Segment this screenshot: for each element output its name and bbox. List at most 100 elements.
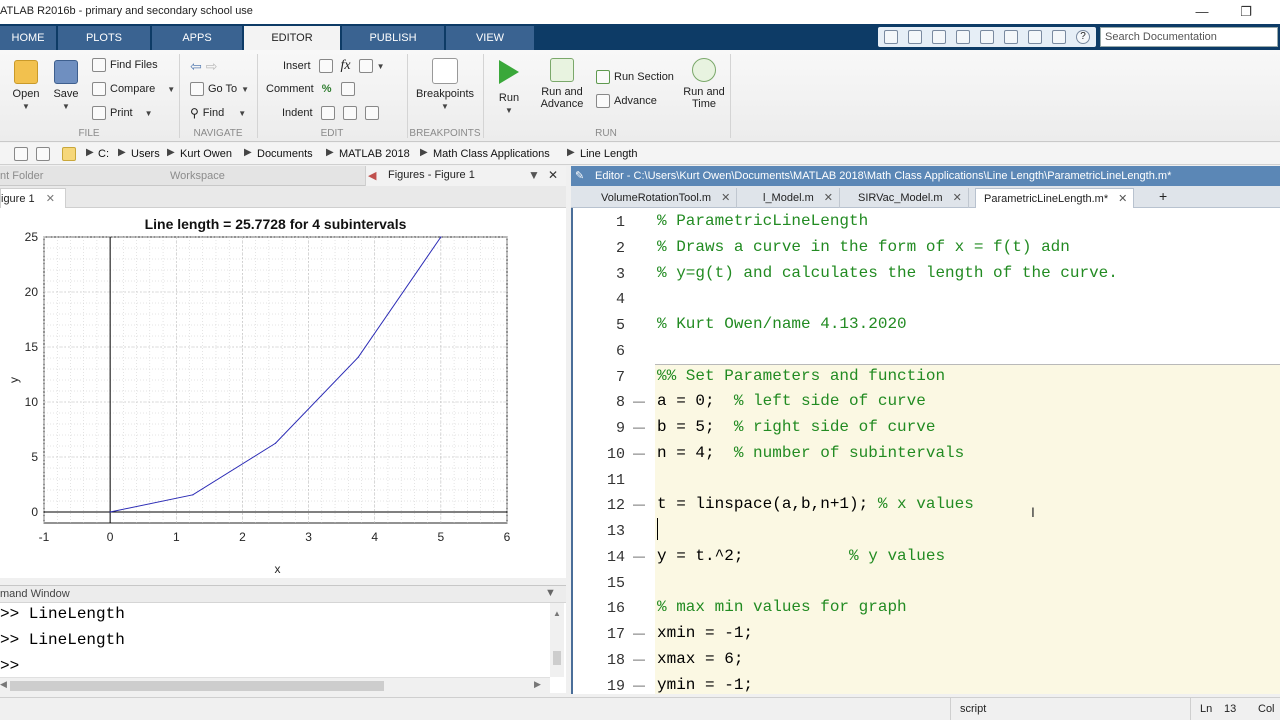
breakpoint-marker[interactable]: —	[633, 626, 645, 640]
run-and-advance-button[interactable]: Run and Advance	[536, 58, 588, 110]
increase-indent-icon[interactable]	[342, 106, 357, 120]
scroll-up-icon[interactable]: ▲	[553, 609, 561, 618]
minimize-icon[interactable]: —	[1188, 2, 1216, 22]
breadcrumb-line-length[interactable]: Line Length	[580, 148, 638, 160]
switch-windows-icon[interactable]	[1052, 30, 1066, 44]
code-line[interactable]: % y=g(t) and calculates the length of th…	[657, 264, 1118, 282]
help-icon[interactable]: ?	[1076, 30, 1090, 44]
data-point	[440, 236, 442, 238]
close-icon[interactable]: ✕	[824, 192, 833, 204]
code-line[interactable]: ymin = -1;	[657, 676, 753, 694]
figure-1-tab[interactable]: igure 1 ✕	[0, 188, 66, 208]
close-icon[interactable]: ✕	[46, 193, 55, 205]
breakpoint-marker[interactable]: —	[633, 394, 645, 408]
tab-view[interactable]: VIEW	[446, 26, 534, 50]
copy-icon[interactable]	[956, 30, 970, 44]
code-line[interactable]: n = 4; % number of subintervals	[657, 444, 964, 462]
command-prompt[interactable]: >>	[0, 657, 19, 675]
tab-editor[interactable]: EDITOR	[244, 26, 340, 50]
find-files-button[interactable]: Find Files	[92, 58, 158, 72]
breadcrumb-users[interactable]: Users	[131, 148, 160, 160]
editor-tab-l-model[interactable]: l_Model.m ✕	[755, 188, 840, 208]
save-icon[interactable]	[908, 30, 922, 44]
back-folder-icon[interactable]	[14, 147, 28, 161]
cut-icon[interactable]	[932, 30, 946, 44]
breadcrumb-documents[interactable]: Documents	[257, 148, 313, 160]
breadcrumb-math-class-applications[interactable]: Math Class Applications	[433, 148, 550, 160]
breakpoint-marker[interactable]: —	[633, 678, 645, 692]
breakpoint-marker[interactable]: —	[633, 549, 645, 563]
up-folder-icon[interactable]	[36, 147, 50, 161]
function-browser-icon[interactable]	[358, 59, 373, 73]
wrap-comment-icon[interactable]	[341, 82, 356, 96]
command-horizontal-scrollbar[interactable]: ◀ ▶	[0, 677, 550, 693]
forward-arrow-icon[interactable]: ⇨	[206, 58, 218, 75]
close-icon[interactable]: ✕	[953, 192, 962, 204]
scroll-right-icon[interactable]: ▶	[534, 679, 541, 690]
run-and-time-button[interactable]: Run and Time	[682, 58, 726, 110]
code-line[interactable]: y = t.^2; % y values	[657, 547, 945, 565]
indent-button[interactable]: Indent	[282, 106, 379, 120]
code-line[interactable]: % Kurt Owen/name 4.13.2020	[657, 315, 907, 333]
edit-icon: ✎	[575, 170, 585, 182]
breakpoint-marker[interactable]: —	[633, 420, 645, 434]
undo-icon[interactable]	[1004, 30, 1018, 44]
code-line[interactable]: xmin = -1;	[657, 624, 753, 642]
run-button[interactable]: Run ▼	[492, 58, 526, 116]
breadcrumb-matlab-2018[interactable]: MATLAB 2018	[339, 148, 410, 160]
advance-button[interactable]: Advance	[596, 94, 657, 108]
redo-icon[interactable]	[1028, 30, 1042, 44]
breadcrumb-kurt-owen[interactable]: Kurt Owen	[180, 148, 232, 160]
search-documentation-input[interactable]: Search Documentation	[1100, 27, 1278, 47]
fx-button[interactable]: fx	[341, 58, 351, 74]
breakpoint-marker[interactable]: —	[633, 497, 645, 511]
layout-icon[interactable]	[884, 30, 898, 44]
code-line[interactable]: % Draws a curve in the form of x = f(t) …	[657, 238, 1070, 256]
command-vertical-scrollbar[interactable]: ▲	[550, 603, 564, 677]
code-line[interactable]: xmax = 6;	[657, 650, 743, 668]
close-icon[interactable]: ✕	[548, 168, 558, 182]
close-icon[interactable]: ✕	[721, 192, 730, 204]
restore-icon[interactable]: ❐	[1232, 2, 1260, 22]
back-forward-buttons[interactable]: ⇦ ⇨	[190, 58, 217, 75]
find-button[interactable]: ⚲ Find ▼	[190, 106, 246, 120]
panel-menu-icon[interactable]: ▼	[545, 587, 556, 599]
run-section-button[interactable]: Run Section	[596, 70, 674, 84]
comment-button[interactable]: Comment%	[266, 82, 356, 96]
compare-button[interactable]: Compare ▼	[92, 82, 175, 96]
current-folder-tab[interactable]: nt Folder	[0, 170, 43, 182]
code-line[interactable]: %% Set Parameters and function	[657, 367, 945, 385]
scroll-left-icon[interactable]: ◀	[0, 679, 7, 690]
breakpoint-marker[interactable]: —	[633, 446, 645, 460]
code-line[interactable]: b = 5; % right side of curve	[657, 418, 935, 436]
tab-apps[interactable]: APPS	[152, 26, 242, 50]
panel-menu-icon[interactable]: ▼	[528, 168, 540, 182]
code-editor[interactable]: 1 % ParametricLineLength 2 % Draws a curve …	[571, 208, 1280, 694]
breadcrumb-c[interactable]: C:	[98, 148, 109, 160]
breakpoint-marker[interactable]: —	[633, 652, 645, 666]
editor-tab-volumerotationtool[interactable]: VolumeRotationTool.m ✕	[593, 188, 738, 208]
open-button[interactable]: Open ▼	[8, 60, 44, 112]
tab-home[interactable]: HOME	[0, 26, 56, 50]
editor-tab-sirvac-model[interactable]: SIRVac_Model.m ✕	[850, 188, 969, 208]
editor-tab-parametriclinelength[interactable]: ParametricLineLength.m* ✕	[975, 188, 1135, 208]
go-to-button[interactable]: Go To ▼	[190, 82, 249, 96]
close-icon[interactable]: ✕	[1118, 193, 1127, 205]
code-line[interactable]: t = linspace(a,b,n+1); % x values	[657, 495, 974, 513]
tab-publish[interactable]: PUBLISH	[342, 26, 444, 50]
back-arrow-icon[interactable]: ⇦	[190, 58, 202, 75]
insert-button[interactable]: Insert fx ▼	[283, 58, 385, 74]
scroll-thumb[interactable]	[10, 681, 384, 691]
save-button[interactable]: Save ▼	[48, 60, 84, 112]
paste-icon[interactable]	[980, 30, 994, 44]
scroll-thumb[interactable]	[553, 651, 561, 665]
print-button[interactable]: Print ▼	[92, 106, 153, 120]
workspace-tab[interactable]: Workspace	[170, 170, 225, 182]
breakpoints-button[interactable]: Breakpoints ▼	[414, 58, 476, 112]
tab-plots[interactable]: PLOTS	[58, 26, 150, 50]
code-line[interactable]: a = 0; % left side of curve	[657, 392, 926, 410]
code-line[interactable]: % ParametricLineLength	[657, 212, 868, 230]
decrease-indent-icon[interactable]	[364, 106, 379, 120]
code-line[interactable]: % max min values for graph	[657, 598, 907, 616]
add-tab-button[interactable]: +	[1151, 188, 1173, 208]
